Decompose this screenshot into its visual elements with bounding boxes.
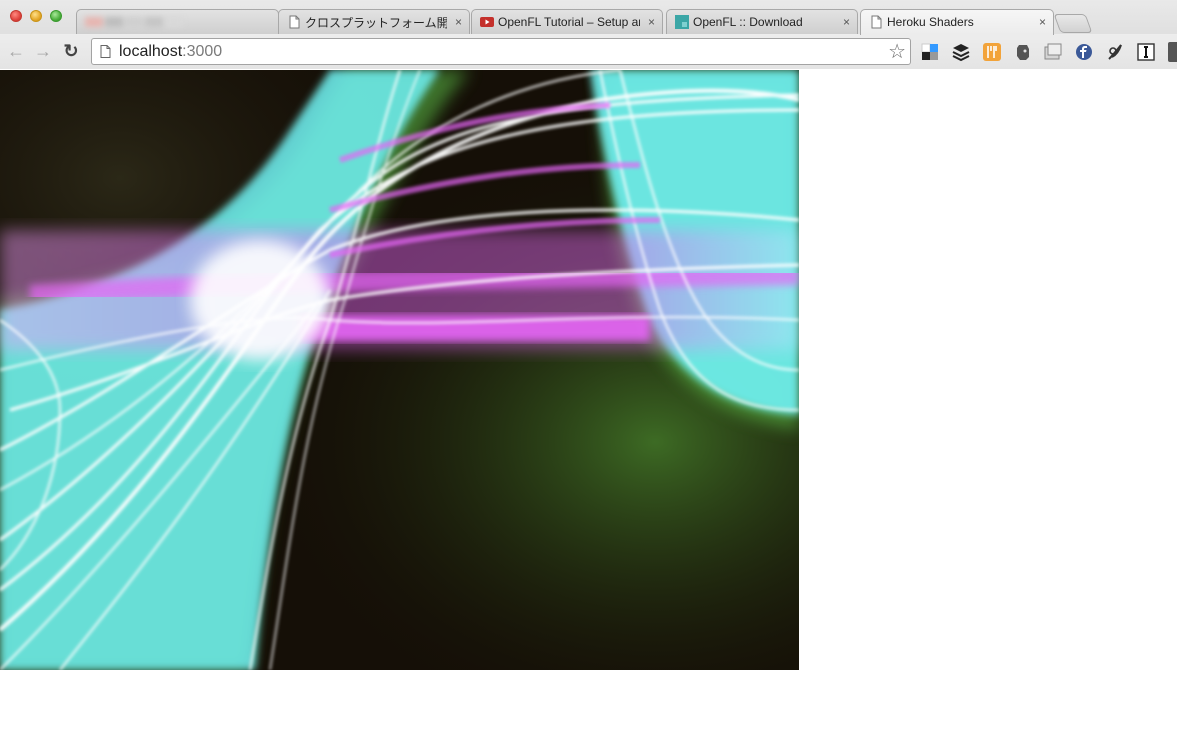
openfl-icon	[675, 15, 689, 29]
tab-close-button[interactable]: ×	[455, 15, 462, 29]
extension-icon[interactable]	[1168, 42, 1177, 62]
tab-strip: クロスプラットフォーム開発 × OpenFL Tutorial – Setup …	[0, 0, 1177, 35]
toolbar: ← → ↻ localhost:3000 ☆	[0, 34, 1177, 69]
feather-icon[interactable]	[1105, 42, 1125, 62]
tab-close-button[interactable]: ×	[843, 15, 850, 29]
tab-title: OpenFL Tutorial – Setup and	[498, 15, 640, 29]
window-icon[interactable]	[1043, 42, 1063, 62]
blurred-text	[125, 17, 143, 27]
blurred-text	[165, 17, 183, 27]
tab-title: OpenFL :: Download	[693, 15, 803, 29]
tab-blurred-title	[85, 14, 256, 30]
browser-chrome: クロスプラットフォーム開発 × OpenFL Tutorial – Setup …	[0, 0, 1177, 69]
delicious-icon[interactable]	[920, 42, 940, 62]
restaurant-icon[interactable]	[982, 42, 1002, 62]
bookmark-star-icon[interactable]: ☆	[888, 40, 906, 64]
youtube-icon	[480, 17, 494, 27]
tab-title: Heroku Shaders	[887, 15, 974, 29]
tab-openfl-download[interactable]: OpenFL :: Download ×	[666, 9, 858, 34]
tab-heroku-shaders[interactable]: Heroku Shaders ×	[860, 9, 1054, 35]
page-icon	[871, 15, 882, 29]
buffer-icon[interactable]	[951, 42, 971, 62]
tab-close-button[interactable]: ×	[1039, 15, 1046, 29]
tab-blurred[interactable]	[76, 9, 279, 34]
url-host: localhost	[119, 43, 183, 60]
forward-button[interactable]: →	[33, 41, 53, 61]
shader-artwork	[0, 70, 799, 670]
blurred-text	[105, 17, 123, 27]
window-zoom-button[interactable]	[50, 10, 62, 22]
back-button[interactable]: ←	[6, 41, 26, 61]
page-icon	[289, 15, 300, 29]
page-icon	[100, 45, 111, 58]
tab-crossplatform[interactable]: クロスプラットフォーム開発 ×	[278, 9, 470, 34]
url-text[interactable]: localhost:3000	[119, 43, 222, 61]
address-bar[interactable]: localhost:3000 ☆	[91, 38, 911, 65]
evernote-icon[interactable]	[1013, 42, 1033, 62]
tab-title: クロスプラットフォーム開発	[305, 15, 447, 30]
window-minimize-button[interactable]	[30, 10, 42, 22]
new-tab-button[interactable]	[1053, 14, 1093, 33]
window-close-button[interactable]	[10, 10, 22, 22]
tab-close-button[interactable]: ×	[648, 15, 655, 29]
reload-button[interactable]: ↻	[61, 41, 81, 61]
instapaper-icon[interactable]	[1136, 42, 1156, 62]
blurred-favicon-icon	[85, 17, 103, 27]
url-port: :3000	[182, 43, 223, 60]
tab-openfl-tutorial[interactable]: OpenFL Tutorial – Setup and ×	[471, 9, 663, 34]
blurred-text	[145, 17, 163, 27]
shader-canvas[interactable]	[0, 70, 799, 670]
facebook-icon[interactable]	[1074, 42, 1094, 62]
